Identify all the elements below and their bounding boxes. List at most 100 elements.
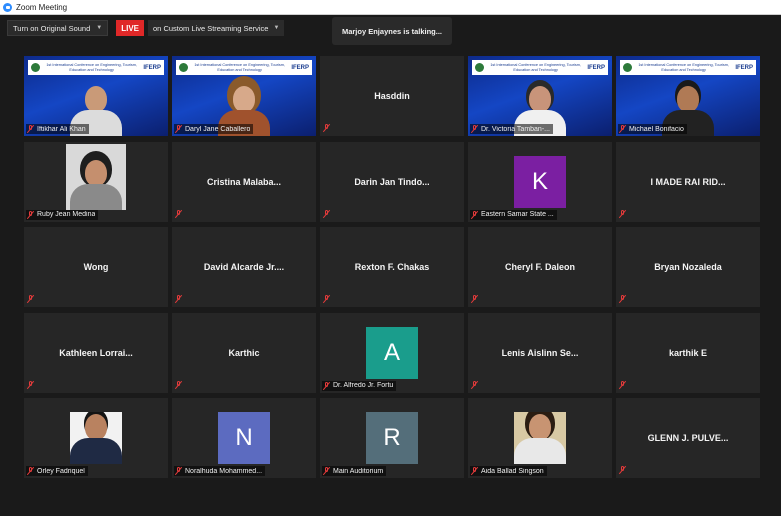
live-badge[interactable]: LIVE — [116, 20, 145, 36]
participant-name: Cristina Malaba... — [206, 176, 282, 187]
conference-banner: 1st International Conference on Engineer… — [176, 60, 312, 75]
participant-tile[interactable]: N Noralhuda Mohammed... — [172, 398, 316, 478]
muted-mic-icon — [27, 467, 34, 475]
original-sound-button[interactable]: Turn on Original Sound ▼ — [7, 20, 109, 36]
muted-mic-icon — [471, 295, 478, 303]
muted-mic-icon — [175, 467, 182, 475]
banner-text: 1st International Conference on Engineer… — [638, 63, 729, 72]
participant-tile[interactable]: Cristina Malaba... — [172, 141, 316, 222]
participant-tile[interactable]: David Alcarde Jr.... — [172, 227, 316, 307]
muted-mic-icon — [619, 295, 626, 303]
banner-text: 1st International Conference on Engineer… — [194, 63, 285, 72]
chevron-down-icon[interactable]: ▼ — [96, 25, 102, 31]
participant-tile[interactable]: Bryan Nozaleda — [616, 227, 760, 307]
muted-mic-icon — [619, 209, 626, 218]
meeting-stage: Turn on Original Sound ▼ LIVE on Custom … — [0, 15, 781, 516]
participant-tile[interactable]: K Eastern Samar State ... — [468, 141, 612, 222]
participant-name-label: Eastern Samar State ... — [470, 209, 557, 220]
conference-logo-icon — [475, 63, 484, 72]
participant-name: Cheryl F. Daleon — [504, 262, 576, 272]
conference-logo-icon — [31, 63, 40, 72]
banner-brand: IFERP — [143, 64, 161, 71]
profile-photo — [514, 412, 566, 464]
participant-name-label: Michael Bonifacio — [618, 124, 687, 134]
participant-tile[interactable]: 1st International Conference on Engineer… — [468, 56, 612, 136]
muted-mic-icon — [27, 380, 34, 389]
participant-tile[interactable]: Darin Jan Tindo... — [320, 141, 464, 222]
participant-name: Karthic — [228, 347, 260, 358]
participant-name: Lenis Aislinn Se... — [501, 347, 579, 358]
participant-name: Rexton F. Chakas — [354, 262, 430, 272]
profile-photo — [66, 143, 126, 210]
muted-mic-icon — [175, 125, 182, 133]
participant-tile[interactable]: karthik E — [616, 312, 760, 393]
participant-tile[interactable]: Aida Ballad Singson — [468, 398, 612, 478]
muted-mic-icon — [323, 124, 330, 132]
window-titlebar: Zoom Meeting — [0, 0, 781, 15]
participant-name: Darin Jan Tindo... — [354, 176, 430, 187]
muted-mic-icon — [471, 467, 478, 475]
zoom-app-icon — [3, 2, 12, 12]
participant-tile[interactable]: Rexton F. Chakas — [320, 227, 464, 307]
muted-mic-icon — [619, 466, 626, 474]
participant-gallery: 1st International Conference on Engineer… — [24, 56, 764, 478]
profile-photo — [70, 412, 122, 464]
window-title: Zoom Meeting — [16, 2, 68, 12]
muted-mic-icon — [175, 380, 182, 389]
participant-tile[interactable]: I MADE RAI RID... — [616, 141, 760, 222]
participant-name-label: Iftikhar Ali Khan — [26, 124, 89, 134]
muted-mic-icon — [471, 380, 478, 389]
muted-mic-icon — [323, 209, 330, 218]
participant-tile[interactable]: Hasddin — [320, 56, 464, 136]
banner-text: 1st International Conference on Engineer… — [490, 63, 581, 72]
participant-name: Kathleen Lorrai... — [59, 347, 133, 358]
muted-mic-icon — [619, 125, 626, 133]
participant-name: Wong — [83, 262, 109, 272]
participant-tile[interactable]: Wong — [24, 227, 168, 307]
chevron-down-icon[interactable]: ▼ — [273, 25, 279, 31]
participant-name: David Alcarde Jr.... — [203, 262, 285, 272]
conference-banner: 1st International Conference on Engineer… — [620, 60, 756, 75]
participant-name-label: Dr. Victoria Tamban-... — [470, 124, 553, 134]
participant-tile[interactable]: 1st International Conference on Engineer… — [616, 56, 760, 136]
conference-banner: 1st International Conference on Engineer… — [472, 60, 608, 75]
banner-brand: IFERP — [587, 64, 605, 71]
participant-name: GLENN J. PULVE... — [647, 433, 729, 443]
conference-logo-icon — [179, 63, 188, 72]
avatar: N — [218, 412, 270, 464]
participant-tile[interactable]: 1st International Conference on Engineer… — [172, 56, 316, 136]
muted-mic-icon — [619, 380, 626, 389]
participant-tile[interactable]: Ruby Jean Medina — [24, 141, 168, 222]
banner-brand: IFERP — [735, 64, 753, 71]
bottom-bar — [0, 504, 781, 516]
muted-mic-icon — [471, 125, 478, 133]
live-destination-label: on Custom Live Streaming Service — [153, 23, 269, 33]
avatar: A — [366, 326, 418, 379]
muted-mic-icon — [323, 381, 330, 390]
participant-tile[interactable]: GLENN J. PULVE... — [616, 398, 760, 478]
participant-tile[interactable]: Kathleen Lorrai... — [24, 312, 168, 393]
participant-name-label: Dr. Alfredo Jr. Fortu — [322, 380, 397, 391]
muted-mic-icon — [175, 209, 182, 218]
live-destination-button[interactable]: on Custom Live Streaming Service ▼ — [148, 20, 285, 36]
participant-tile[interactable]: A Dr. Alfredo Jr. Fortu — [320, 312, 464, 393]
top-toolbar: Turn on Original Sound ▼ LIVE on Custom … — [7, 20, 285, 36]
participant-tile[interactable]: R Main Auditorium — [320, 398, 464, 478]
participant-name-label: Noralhuda Mohammed... — [174, 466, 266, 476]
participant-name: karthik E — [668, 347, 708, 358]
participant-name: I MADE RAI RID... — [650, 176, 726, 187]
participant-name-label: Ruby Jean Medina — [26, 209, 99, 220]
participant-tile[interactable]: Lenis Aislinn Se... — [468, 312, 612, 393]
banner-text: 1st International Conference on Engineer… — [46, 63, 137, 72]
participant-tile[interactable]: Cheryl F. Daleon — [468, 227, 612, 307]
muted-mic-icon — [27, 295, 34, 303]
muted-mic-icon — [471, 210, 478, 219]
participant-name-label: Orley Fadriquel — [26, 466, 88, 476]
participant-tile[interactable]: Karthic — [172, 312, 316, 393]
participant-tile[interactable]: Orley Fadriquel — [24, 398, 168, 478]
muted-mic-icon — [27, 125, 34, 133]
banner-brand: IFERP — [291, 64, 309, 71]
avatar: K — [514, 155, 566, 208]
participant-tile[interactable]: 1st International Conference on Engineer… — [24, 56, 168, 136]
conference-banner: 1st International Conference on Engineer… — [28, 60, 164, 75]
